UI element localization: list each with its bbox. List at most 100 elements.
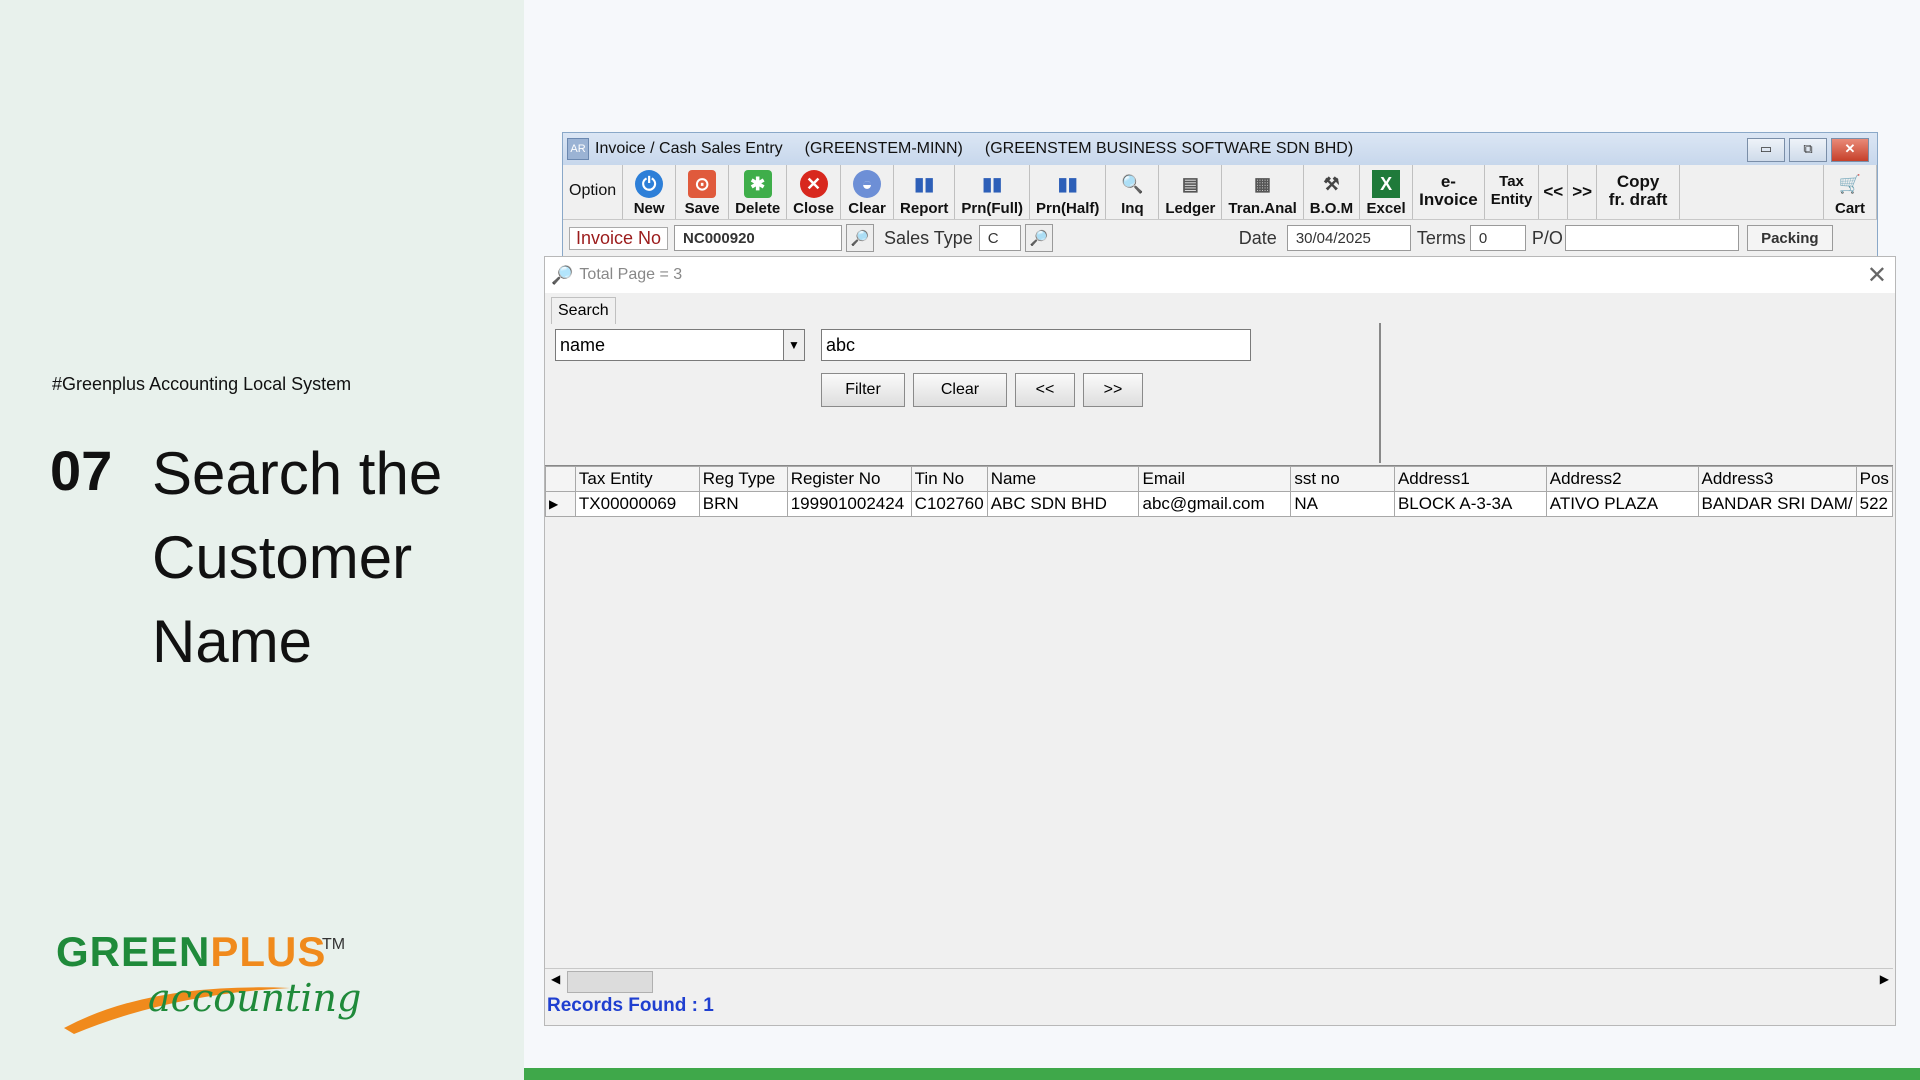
column-header[interactable]: Tin No <box>910 466 988 492</box>
excel-button[interactable]: X Excel <box>1360 165 1414 219</box>
po-field[interactable] <box>1564 225 1739 251</box>
search-field-select[interactable]: name ▼ <box>555 329 805 361</box>
bom-button[interactable]: ⚒ B.O.M <box>1304 165 1361 219</box>
results-table: Tax Entity Reg Type Register No Tin No N… <box>545 466 1894 517</box>
window-close-button[interactable]: ✕ <box>1831 138 1869 162</box>
cart-label: Cart <box>1834 200 1865 217</box>
tab-search[interactable]: Search <box>551 297 616 324</box>
logo-plus-text: PLUS <box>210 928 327 975</box>
sales-type-field[interactable]: C <box>978 225 1021 251</box>
table-cell[interactable]: 522 <box>1855 491 1894 517</box>
clear-filter-button[interactable]: Clear <box>913 373 1007 407</box>
column-header[interactable]: Register No <box>786 466 912 492</box>
e-invoice-button[interactable]: e- Invoice <box>1413 165 1485 219</box>
close-label: Close <box>793 200 835 217</box>
clear-label: Clear <box>848 200 886 217</box>
terms-field[interactable]: 0 <box>1469 225 1526 251</box>
scrollbar-thumb[interactable] <box>567 971 653 993</box>
scroll-left-icon[interactable]: ◀ <box>551 972 560 986</box>
table-cell[interactable]: BLOCK A-3-3A <box>1393 491 1547 517</box>
bar-chart-icon: ▮▮ <box>1057 173 1078 194</box>
prev-page-button[interactable]: << <box>1015 373 1075 407</box>
search-input[interactable]: abc <box>821 329 1251 361</box>
table-cell[interactable]: TX00000069 <box>574 491 700 517</box>
ledger-icon: ▤ <box>1181 173 1199 194</box>
date-field[interactable]: 30/04/2025 <box>1286 225 1411 251</box>
table-cell[interactable]: ABC SDN BHD <box>986 491 1140 517</box>
table-cell[interactable]: BANDAR SRI DAM/ <box>1697 491 1857 517</box>
invoice-search-icon[interactable]: 🔎 <box>846 224 875 252</box>
table-cell[interactable]: 199901002424 <box>786 491 912 517</box>
tax-entity-label-2: Entity <box>1490 191 1533 208</box>
sales-type-search-icon[interactable]: 🔎 <box>1024 224 1053 252</box>
inquiry-label: Inq <box>1121 200 1144 217</box>
search-panel: name ▼ abc Filter Clear << >> <box>551 323 1381 463</box>
next-page-button[interactable]: >> <box>1083 373 1143 407</box>
toolbar: Option ⏻ New ⊙ Save ✱ Delete ✕ Close ◒ C… <box>563 165 1877 220</box>
column-header[interactable]: Address3 <box>1697 466 1857 492</box>
ledger-button[interactable]: ▤ Ledger <box>1159 165 1223 219</box>
eraser-icon: ◒ <box>853 170 882 198</box>
power-icon: ⏻ <box>635 170 664 198</box>
column-header[interactable]: Address1 <box>1393 466 1547 492</box>
column-header[interactable]: Tax Entity <box>574 466 700 492</box>
search-field-value: name <box>560 335 606 355</box>
minimize-button[interactable]: ▭ <box>1747 138 1785 162</box>
close-button[interactable]: ✕ Close <box>787 165 842 219</box>
filter-button[interactable]: Filter <box>821 373 905 407</box>
chevron-down-icon[interactable]: ▼ <box>783 330 804 360</box>
popup-titlebar: 🔎 Total Page = 3 <box>545 257 1895 293</box>
inquiry-icon: 🔍 <box>1121 173 1144 194</box>
popup-close-icon[interactable]: ✕ <box>1867 261 1887 290</box>
bar-chart-icon: ▮▮ <box>914 173 935 194</box>
copy-label-2: fr. draft <box>1608 190 1668 209</box>
ledger-label: Ledger <box>1165 200 1216 217</box>
column-header[interactable]: Address2 <box>1545 466 1699 492</box>
column-header[interactable]: Email <box>1138 466 1292 492</box>
print-half-button[interactable]: ▮▮ Prn(Half) <box>1030 165 1107 219</box>
inquiry-button[interactable]: 🔍 Inq <box>1106 165 1160 219</box>
row-selector-header <box>545 466 576 492</box>
table-cell[interactable]: BRN <box>698 491 788 517</box>
delete-button[interactable]: ✱ Delete <box>729 165 788 219</box>
column-header[interactable]: Name <box>986 466 1140 492</box>
popup-title: Total Page = 3 <box>579 266 683 283</box>
table-cell[interactable]: ATIVO PLAZA <box>1545 491 1699 517</box>
window-company: (GREENSTEM BUSINESS SOFTWARE SDN BHD) <box>984 140 1354 157</box>
save-icon: ⊙ <box>688 170 717 198</box>
tran-anal-button[interactable]: ▦ Tran.Anal <box>1222 165 1304 219</box>
next-record-button[interactable]: >> <box>1568 165 1598 219</box>
print-half-label: Prn(Half) <box>1036 200 1100 217</box>
tax-entity-button[interactable]: Tax Entity <box>1485 165 1540 219</box>
logo-tm: TM <box>322 936 346 953</box>
excel-icon: X <box>1372 170 1401 198</box>
print-full-button[interactable]: ▮▮ Prn(Full) <box>955 165 1031 219</box>
clear-button[interactable]: ◒ Clear <box>841 165 895 219</box>
column-header[interactable]: sst no <box>1290 466 1395 492</box>
packing-button[interactable]: Packing <box>1746 225 1833 251</box>
table-cell[interactable]: NA <box>1290 491 1395 517</box>
bom-label: B.O.M <box>1309 200 1354 217</box>
copy-draft-button[interactable]: Copy fr. draft <box>1597 165 1681 219</box>
table-cell[interactable]: abc@gmail.com <box>1138 491 1292 517</box>
column-header[interactable]: Pos <box>1855 466 1894 492</box>
scroll-right-icon[interactable]: ▶ <box>1880 972 1889 986</box>
table-row[interactable]: ▶ TX00000069 BRN 199901002424 C102760 AB… <box>545 491 1894 517</box>
window-titlebar: AR Invoice / Cash Sales Entry (GREENSTEM… <box>563 133 1877 165</box>
date-label: Date <box>1238 227 1277 248</box>
option-button[interactable]: Option <box>563 165 624 219</box>
column-header[interactable]: Reg Type <box>698 466 788 492</box>
invoice-no-field[interactable]: NC000920 <box>674 225 843 251</box>
table-cell[interactable]: C102760 <box>910 491 988 517</box>
logo-accounting-text: accounting <box>148 976 362 1020</box>
new-button[interactable]: ⏻ New <box>623 165 677 219</box>
report-button[interactable]: ▮▮ Report <box>894 165 956 219</box>
prev-record-button[interactable]: << <box>1539 165 1569 219</box>
invoice-no-label: Invoice No <box>569 226 669 250</box>
maximize-button[interactable]: ⧉ <box>1789 138 1827 162</box>
save-button[interactable]: ⊙ Save <box>676 165 730 219</box>
cart-button[interactable]: 🛒 Cart <box>1823 165 1877 219</box>
horizontal-scrollbar[interactable]: ◀ ▶ <box>545 968 1893 993</box>
results-grid: Tax Entity Reg Type Register No Tin No N… <box>545 465 1894 994</box>
